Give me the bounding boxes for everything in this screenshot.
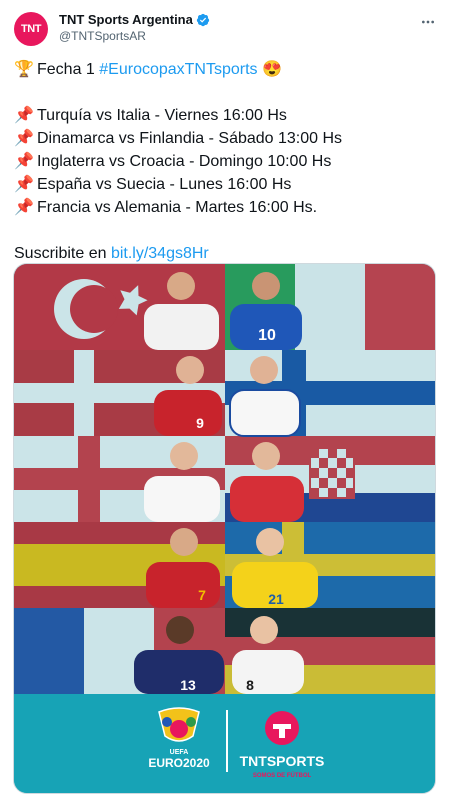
pushpin-icon: 📌	[14, 153, 34, 170]
avatar[interactable]: TNT	[14, 12, 48, 46]
match-line: 📌 Turquía vs Italia - Viernes 16:00 Hs	[14, 104, 438, 127]
hashtag-link[interactable]: #EurocopaxTNTsports	[99, 61, 257, 78]
tweet-header: TNT TNT Sports Argentina @TNTSportsAR	[14, 12, 440, 46]
account-handle[interactable]: @TNTSportsAR	[59, 29, 146, 43]
subscribe-link[interactable]: bit.ly/34gs8Hr	[111, 245, 209, 262]
tweet-text: 🏆 Fecha 1 #EurocopaxTNTsports 😍 📌 Turquía …	[14, 58, 438, 265]
trophy-icon: 🏆	[14, 61, 34, 78]
match-text: Dinamarca vs Finlandia - Sábado 13:00 Hs	[37, 130, 343, 147]
pushpin-icon: 📌	[14, 107, 34, 124]
more-options-icon[interactable]	[420, 14, 436, 30]
match-text: Francia vs Alemania - Martes 16:00 Hs.	[37, 199, 318, 216]
match-line: 📌 Francia vs Alemania - Martes 16:00 Hs.	[14, 196, 438, 219]
shirt-number: 8	[246, 677, 254, 693]
pushpin-icon: 📌	[14, 199, 34, 216]
match-text: España vs Suecia - Lunes 16:00 Hs	[37, 176, 292, 193]
uefa-text: UEFA	[170, 749, 189, 756]
match-line: 📌 Inglaterra vs Croacia - Domingo 10:00 H…	[14, 150, 438, 173]
brand-text: TNTSPORTS	[240, 753, 325, 769]
heart-eyes-emoji: 😍	[257, 61, 282, 78]
subscribe-line: Suscribite en bit.ly/34gs8Hr	[14, 242, 438, 265]
shirt-number: 9	[196, 415, 204, 431]
account-name-row[interactable]: TNT Sports Argentina	[59, 12, 210, 27]
pushpin-icon: 📌	[14, 176, 34, 193]
shirt-number: 13	[180, 677, 196, 693]
avatar-logo-text: TNT	[21, 23, 41, 35]
shirt-number: 7	[198, 587, 206, 603]
shirt-number: 10	[258, 327, 276, 344]
tweet-media-image[interactable]: 10 9 7 21 13 8 UEFA EURO2020 TNTSPORTS S…	[13, 263, 436, 794]
fixture-poster: 10 9 7 21 13 8 UEFA EURO2020 TNTSPORTS S…	[14, 264, 435, 793]
match-line: 📌 España vs Suecia - Lunes 16:00 Hs	[14, 173, 438, 196]
pushpin-icon: 📌	[14, 130, 34, 147]
euro2020-text: EURO2020	[148, 756, 210, 770]
tweet-headline: 🏆 Fecha 1 #EurocopaxTNTsports 😍	[14, 58, 438, 81]
match-text: Turquía vs Italia - Viernes 16:00 Hs	[37, 107, 287, 124]
shirt-number: 21	[268, 591, 284, 607]
verified-badge-icon	[196, 13, 209, 26]
match-line: 📌 Dinamarca vs Finlandia - Sábado 13:00 H…	[14, 127, 438, 150]
subscribe-text: Suscribite en	[14, 245, 111, 262]
brand-subtext: SOMOS DE FÚTBOL	[253, 772, 312, 779]
logo-divider	[226, 710, 228, 772]
headline-text: Fecha 1	[37, 61, 100, 78]
account-name[interactable]: TNT Sports Argentina	[59, 12, 193, 27]
match-text: Inglaterra vs Croacia - Domingo 10:00 Hs	[37, 153, 332, 170]
